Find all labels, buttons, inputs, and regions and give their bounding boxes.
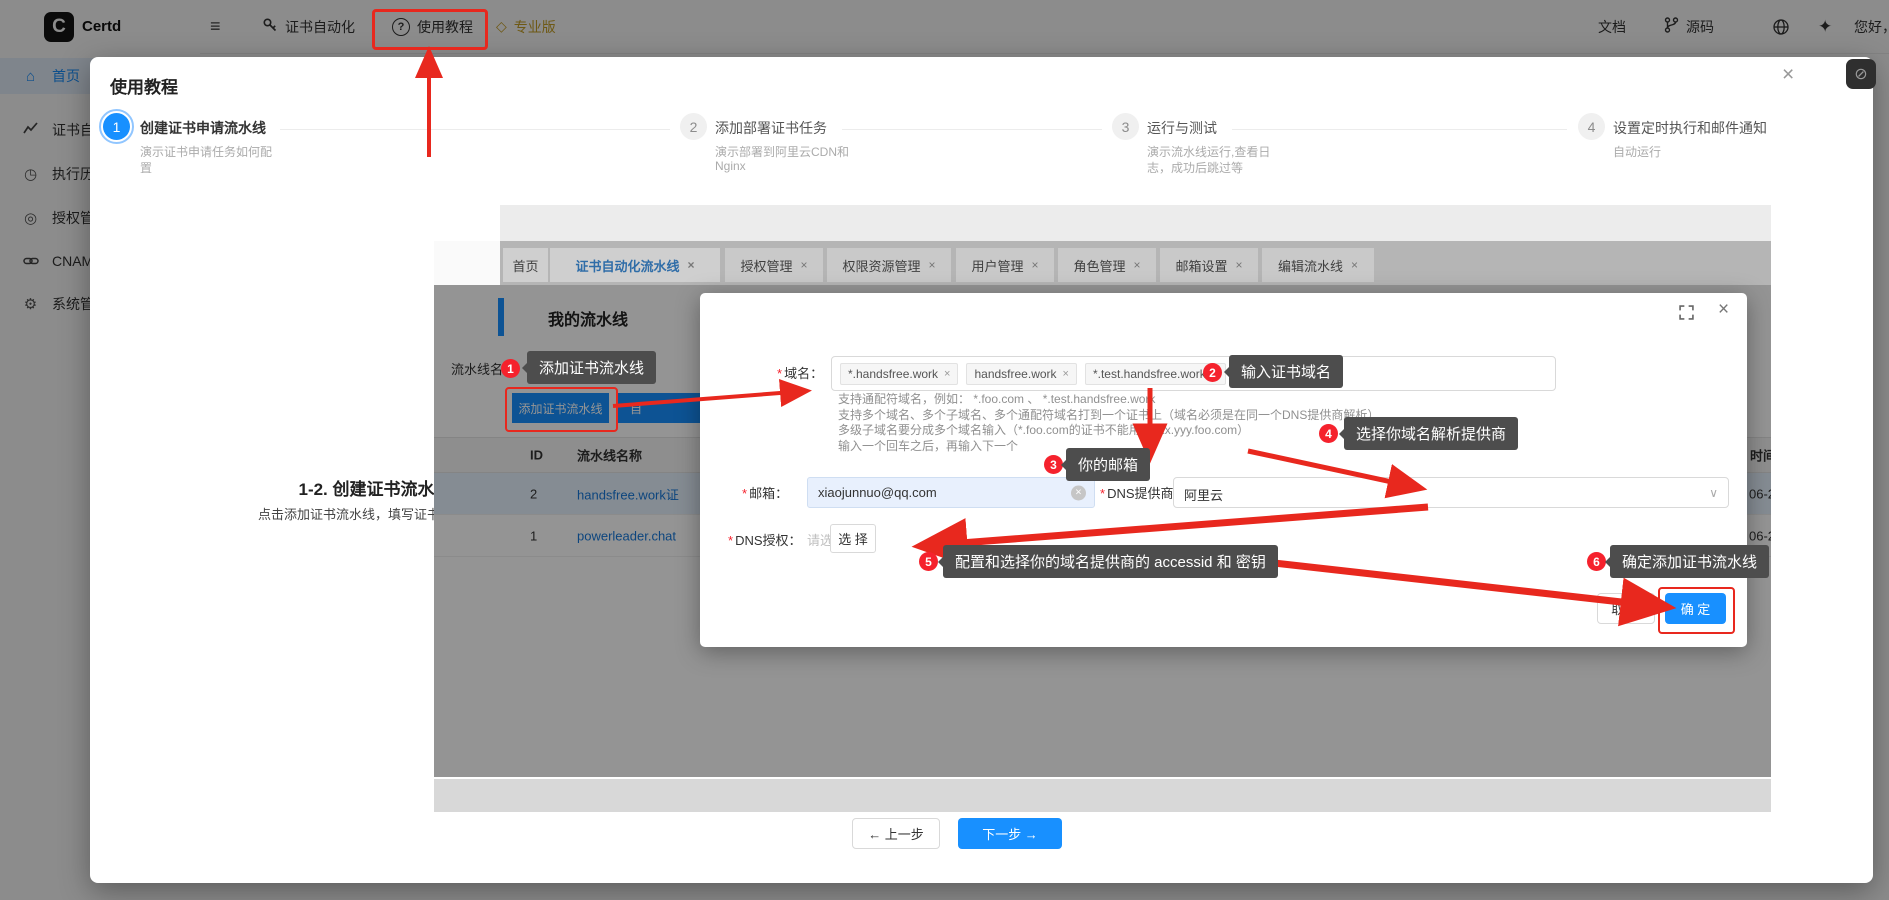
step-1-desc2: 置	[140, 159, 152, 176]
tab-close-icon[interactable]: ×	[1351, 258, 1358, 272]
step-1-title: 创建证书申请流水线	[140, 118, 266, 138]
step-3-title: 运行与测试	[1147, 118, 1217, 138]
tag-close-icon[interactable]: ×	[1063, 368, 1069, 380]
tab-close-icon[interactable]: ×	[1032, 258, 1039, 272]
tab-email-settings[interactable]: 邮箱设置×	[1160, 248, 1258, 282]
tab-roles[interactable]: 角色管理×	[1058, 248, 1156, 282]
step-connector	[280, 129, 670, 130]
step-2-circle: 2	[680, 113, 707, 140]
step-connector	[842, 129, 1102, 130]
modal-title: 使用教程	[110, 73, 178, 98]
block-icon: ⊘	[1854, 64, 1867, 84]
step-3-desc: 演示流水线运行,查看日	[1147, 143, 1270, 160]
tab-close-icon[interactable]: ×	[801, 258, 808, 272]
step-4-circle: 4	[1578, 113, 1605, 140]
email-label: *邮箱：	[742, 483, 788, 502]
step-3-circle: 3	[1112, 113, 1139, 140]
tab-permission[interactable]: 权限资源管理×	[827, 248, 951, 282]
tab-cert-pipeline[interactable]: 证书自动化流水线×	[550, 248, 720, 282]
domain-tag[interactable]: *.handsfree.work×	[840, 363, 958, 385]
domain-help-text: 支持通配符域名，例如： *.foo.com 、 *.test.handsfree…	[838, 392, 1379, 454]
step-2-title: 添加部署证书任务	[715, 118, 827, 138]
tab-authorization[interactable]: 授权管理×	[725, 248, 823, 282]
chevron-down-icon: ∨	[1709, 486, 1718, 500]
add-pipeline-dialog: × *域名： *.handsfree.work× handsfree.work×…	[700, 293, 1747, 647]
tab-bar: 首页 证书自动化流水线× 授权管理× 权限资源管理× 用户管理× 角色管理× 邮…	[500, 241, 1771, 285]
step-1-circle: 1	[103, 113, 130, 140]
step-2-desc2: Nginx	[715, 159, 746, 173]
domain-input[interactable]: *.handsfree.work× handsfree.work× *.test…	[831, 356, 1556, 391]
clear-icon[interactable]: ×	[1071, 485, 1086, 500]
email-field[interactable]: xiaojunnuo@qq.com ×	[807, 477, 1095, 508]
tab-close-icon[interactable]: ×	[1134, 258, 1141, 272]
tab-close-icon[interactable]: ×	[929, 258, 936, 272]
step-connector	[1232, 129, 1567, 130]
dialog-close-icon[interactable]: ×	[1718, 299, 1729, 321]
step-4-desc: 自动运行	[1613, 143, 1661, 160]
required-mark: *	[742, 486, 747, 501]
domain-label: *域名：	[777, 363, 823, 382]
embedded-screenshot: 首页 证书自动化流水线× 授权管理× 权限资源管理× 用户管理× 角色管理× 邮…	[434, 241, 1771, 777]
confirm-button[interactable]: 确 定	[1665, 593, 1726, 624]
cancel-button[interactable]: 取 消	[1597, 593, 1655, 624]
domain-tag[interactable]: *.test.handsfree.work×	[1085, 363, 1226, 385]
next-step-button[interactable]: 下一步 →	[958, 818, 1062, 849]
required-mark: *	[1100, 486, 1105, 501]
tag-close-icon[interactable]: ×	[944, 368, 950, 380]
tab-close-icon[interactable]: ×	[1236, 258, 1243, 272]
dns-provider-select[interactable]: 阿里云 ∨	[1173, 477, 1729, 508]
app-root: C Certd ≡ 证书自动化 ? 使用教程 ◇ 专业版 文档	[0, 0, 1889, 900]
step-3-desc2: 志，成功后跳过等	[1147, 159, 1243, 176]
required-mark: *	[777, 366, 782, 381]
tab-edit-pipeline[interactable]: 编辑流水线×	[1262, 248, 1374, 282]
step-4-title: 设置定时执行和邮件通知	[1613, 118, 1767, 138]
fullscreen-icon[interactable]	[1679, 305, 1694, 325]
required-mark: *	[728, 533, 733, 548]
modal-close-icon[interactable]: ×	[1782, 63, 1794, 87]
screenshot-top-strip	[500, 205, 1771, 241]
tab-home[interactable]: 首页	[503, 248, 548, 282]
screenshot-bottom-strip	[434, 779, 1771, 812]
prev-step-button[interactable]: ← 上一步	[852, 818, 940, 849]
step-2-desc: 演示部署到阿里云CDN和	[715, 143, 849, 160]
corner-block-button[interactable]: ⊘	[1846, 59, 1876, 89]
step-1-desc: 演示证书申请任务如何配	[140, 143, 272, 160]
choose-auth-button[interactable]: 选 择	[830, 524, 876, 553]
domain-tag[interactable]: handsfree.work×	[966, 363, 1076, 385]
tab-users[interactable]: 用户管理×	[956, 248, 1054, 282]
tag-close-icon[interactable]: ×	[1212, 368, 1218, 380]
dns-auth-label: *DNS授权：	[728, 530, 802, 549]
screenshot-left-column	[434, 241, 500, 285]
tab-close-icon[interactable]: ×	[688, 258, 695, 272]
